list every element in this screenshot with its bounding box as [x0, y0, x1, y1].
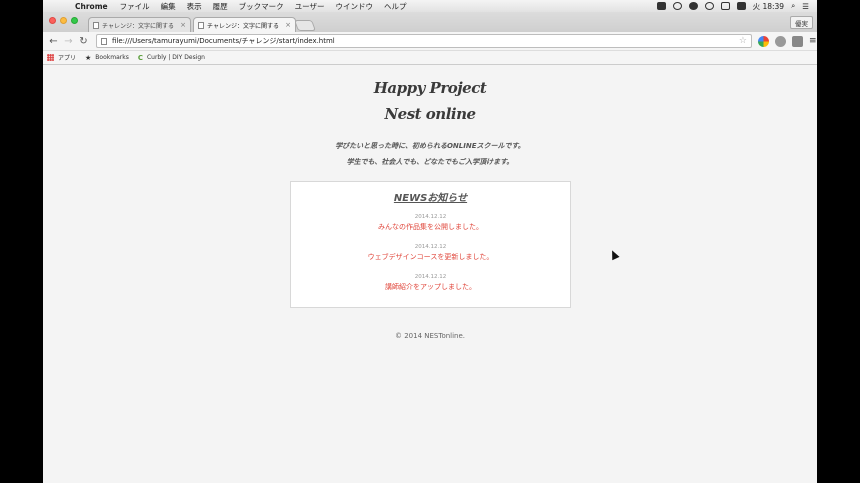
bookmark-apps-label: アプリ	[58, 55, 77, 62]
close-window-button[interactable]	[49, 17, 56, 24]
input-method-icon[interactable]	[736, 2, 746, 10]
sync-icon[interactable]	[688, 2, 698, 10]
menu-edit[interactable]: 編集	[161, 1, 176, 12]
zoom-window-button[interactable]	[71, 17, 78, 24]
menu-help[interactable]: ヘルプ	[384, 1, 407, 12]
menubar-clock[interactable]: 火 18:39	[753, 1, 785, 12]
window-controls	[49, 17, 78, 24]
wifi-icon[interactable]	[704, 2, 714, 10]
profile-button[interactable]: 優実	[790, 16, 813, 29]
menu-file[interactable]: ファイル	[120, 1, 150, 12]
news-link[interactable]: ウェブデザインコースを更新しました。	[291, 252, 570, 262]
spotlight-icon[interactable]: ⌕	[791, 1, 795, 11]
bookmark-bookmarks-label: Bookmarks	[95, 54, 129, 61]
news-date: 2014.12.12	[414, 244, 447, 250]
site-title-line2: Nest online	[384, 105, 476, 123]
menu-bookmarks[interactable]: ブックマーク	[239, 1, 284, 12]
lead-text-2: 学生でも、社会人でも、どなたでもご入学頂けます。	[346, 158, 514, 166]
menu-view[interactable]: 表示	[187, 1, 202, 12]
minimize-window-button[interactable]	[60, 17, 67, 24]
news-date: 2014.12.12	[414, 274, 447, 280]
page-icon	[93, 21, 99, 29]
page-icon	[101, 37, 107, 45]
apps-grid-icon	[47, 54, 54, 61]
back-icon[interactable]: ←	[47, 36, 60, 47]
address-url[interactable]: file:///Users/tamurayumi/Documents/チャレンジ…	[112, 36, 739, 46]
new-tab-button[interactable]	[293, 20, 317, 31]
menu-history[interactable]: 履歴	[213, 1, 228, 12]
web-page: Happy Project Nest online 学びたいと思った時に、初めら…	[43, 65, 817, 483]
tab-1-label: チャレンジ：文字に関する	[102, 22, 174, 30]
news-item: 2014.12.12 講師紹介をアップしました。	[291, 274, 570, 292]
tab-strip: チャレンジ：文字に関する × チャレンジ：文字に関する × 優実	[43, 12, 817, 32]
curbly-icon: C	[137, 53, 143, 62]
bookmark-star-icon[interactable]: ☆	[739, 36, 747, 46]
forward-icon[interactable]: →	[62, 36, 75, 47]
news-heading: NEWSお知らせ	[393, 193, 468, 204]
menubar-app-name[interactable]: Chrome	[75, 2, 108, 11]
bookmark-folder-bookmarks[interactable]: ★ Bookmarks	[85, 54, 129, 62]
news-item: 2014.12.12 みんなの作品集を公開しました。	[291, 214, 570, 232]
record-icon[interactable]	[672, 2, 682, 10]
menubar-status-area: 火 18:39 ⌕ ☰	[656, 1, 809, 12]
news-link[interactable]: 講師紹介をアップしました。	[291, 282, 570, 292]
mac-menubar: Chrome ファイル 編集 表示 履歴 ブックマーク ユーザー ウインドウ ヘ…	[43, 0, 817, 12]
lead-text-1: 学びたいと思った時に、初められるONLINEスクールです。	[335, 142, 525, 150]
bookmarks-bar: アプリ ★ Bookmarks C Curbly | DIY Design	[43, 51, 817, 65]
reload-icon[interactable]: ↻	[77, 36, 90, 47]
news-box: NEWSお知らせ 2014.12.12 みんなの作品集を公開しました。 2014…	[290, 181, 571, 308]
site-title-line1: Happy Project	[373, 79, 487, 97]
news-item: 2014.12.12 ウェブデザインコースを更新しました。	[291, 244, 570, 262]
page-icon	[198, 21, 204, 29]
close-tab-icon[interactable]: ×	[285, 21, 291, 29]
extension-square-icon[interactable]	[792, 35, 803, 47]
bookmark-curbly-label: Curbly | DIY Design	[146, 54, 205, 61]
dropbox-icon[interactable]	[656, 2, 666, 10]
tab-1[interactable]: チャレンジ：文字に関する ×	[88, 17, 191, 32]
notification-list-icon[interactable]: ☰	[802, 2, 809, 11]
bookmark-apps[interactable]: アプリ	[47, 53, 76, 62]
chrome-menu-icon[interactable]: ≡	[809, 36, 817, 46]
star-icon: ★	[85, 53, 92, 62]
extension-color-icon[interactable]	[758, 35, 769, 47]
browser-toolbar: ← → ↻ file:///Users/tamurayumi/Documents…	[43, 32, 817, 51]
browser-window: チャレンジ：文字に関する × チャレンジ：文字に関する × 優実 ← → ↻ f…	[43, 12, 817, 483]
tab-2[interactable]: チャレンジ：文字に関する ×	[193, 17, 296, 32]
page-footer: © 2014 NESTonline.	[394, 332, 466, 340]
address-bar[interactable]: file:///Users/tamurayumi/Documents/チャレンジ…	[96, 34, 752, 48]
battery-icon[interactable]	[720, 2, 730, 10]
news-link[interactable]: みんなの作品集を公開しました。	[291, 222, 570, 232]
close-tab-icon[interactable]: ×	[180, 21, 186, 29]
extension-gray-icon[interactable]	[775, 35, 786, 47]
news-date: 2014.12.12	[414, 214, 447, 220]
bookmark-curbly[interactable]: C Curbly | DIY Design	[138, 54, 205, 62]
menu-users[interactable]: ユーザー	[295, 1, 325, 12]
tab-2-label: チャレンジ：文字に関する	[207, 22, 279, 30]
menu-window[interactable]: ウインドウ	[335, 1, 373, 12]
